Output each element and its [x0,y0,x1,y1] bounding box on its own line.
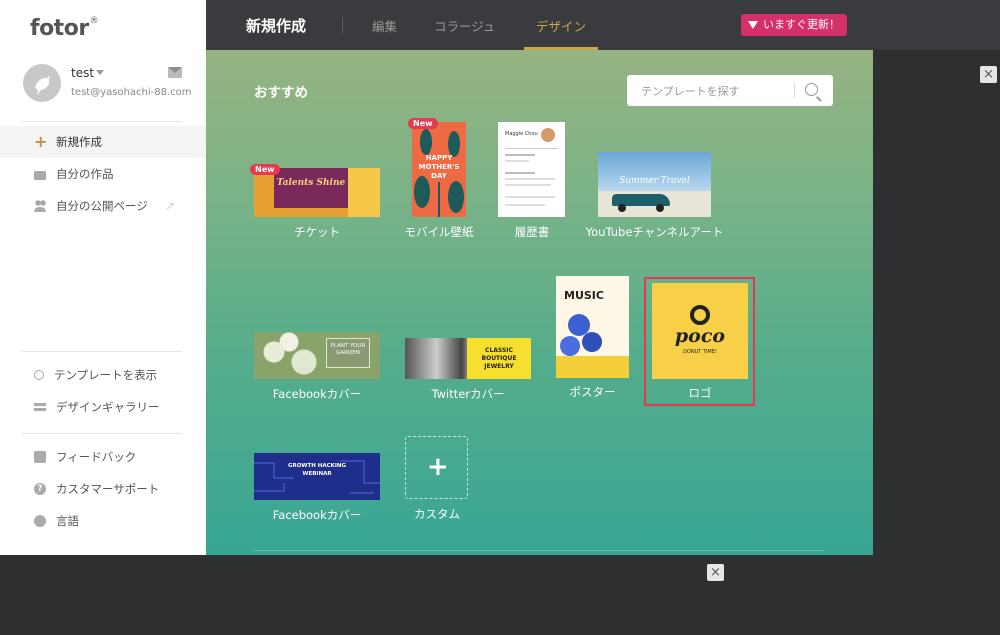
sidebar-item-label: テンプレートを表示 [54,368,158,382]
template-card-logo[interactable]: poco DONUT TIME! ロゴ [652,283,748,402]
twitter-cover-thumbnail: CLASSIC BOUTIQUE JEWELRY [405,338,531,379]
template-card-custom[interactable]: + カスタム [405,436,469,522]
sidebar-item-my-works[interactable]: 自分の作品 [0,158,206,190]
facebook-cover-thumbnail: PLANT YOUR GARDEN [254,332,380,379]
new-badge: New [408,118,438,129]
sidebar-item-public-page[interactable]: 自分の公開ページ [0,190,206,222]
diamond-icon [748,21,758,29]
sidebar-item-label: フィードバック [56,450,137,464]
youtube-thumbnail: Summer Travel [598,152,711,217]
template-label: Facebookカバー [272,508,362,522]
chevron-down-icon[interactable] [96,70,104,75]
sidebar-item-label: 自分の公開ページ [56,199,148,213]
help-icon: ? [34,483,46,495]
poster-thumbnail: MUSIC [556,276,629,378]
sidebar-item-label: 自分の作品 [56,167,114,181]
template-label: Twitterカバー [431,387,505,401]
page-title: 新規作成 [246,17,307,35]
search-icon[interactable] [805,83,818,96]
template-label: 履歴書 [514,225,550,239]
template-card-facebook-cover-2[interactable]: GROWTH HACKING WEBINAR Facebookカバー [254,453,380,523]
template-card-twitter-cover[interactable]: CLASSIC BOUTIQUE JEWELRY Twitterカバー [405,338,531,402]
search-placeholder: テンプレートを探す [641,85,740,98]
avatar[interactable] [23,64,61,102]
close-icon[interactable]: × [707,564,724,581]
top-bar: 新規作成 編集 コラージュ デザイン いますぐ更新！ [206,0,1000,50]
template-card-ticket[interactable]: New Talents Shine チケット [250,164,380,239]
sidebar-item-view-templates[interactable]: テンプレートを表示 [0,359,206,391]
plus-icon: + [34,132,48,151]
template-label: ポスター [569,385,616,399]
custom-size-box: + [405,436,468,499]
user-name[interactable]: test [71,66,94,80]
sidebar-item-label: 言語 [56,514,79,528]
sidebar-item-label: 新規作成 [56,135,102,149]
logo-thumbnail: poco DONUT TIME! [652,283,748,379]
plus-icon: + [427,452,449,482]
tab-collage[interactable]: コラージュ [434,16,495,35]
ticket-thumbnail: Talents Shine [254,168,380,217]
divider [22,121,182,122]
folder-icon [34,170,46,180]
divider [254,550,824,551]
template-card-facebook-cover[interactable]: PLANT YOUR GARDEN Facebookカバー [254,332,380,402]
template-search-input[interactable]: テンプレートを探す [627,75,833,106]
edit-icon [34,451,46,463]
mail-icon[interactable] [168,67,182,78]
ad-panel: × [873,50,1000,555]
tab-design[interactable]: デザイン [536,16,586,35]
search-icon [34,370,44,380]
sidebar-item-label: カスタマーサポート [56,482,160,496]
section-title: おすすめ [254,85,308,101]
template-card-resume[interactable]: Maggie Chou 履歴書 [498,122,566,239]
new-badge: New [250,164,280,175]
sidebar-item-support[interactable]: ? カスタマーサポート [0,473,206,505]
sidebar: fotor® test test@yasohachi-88.com + 新規作成… [0,0,206,555]
tab-edit[interactable]: 編集 [372,16,397,35]
template-label: カスタム [414,507,460,521]
sidebar-item-new[interactable]: + 新規作成 [0,126,206,158]
template-card-youtube-art[interactable]: Summer Travel YouTubeチャンネルアート [586,152,723,239]
resume-thumbnail: Maggie Chou [498,122,565,217]
facebook-cover-thumbnail: GROWTH HACKING WEBINAR [254,453,380,500]
external-link-icon: ↗ [165,199,176,213]
sidebar-item-label: デザインギャラリー [56,400,160,414]
template-label: チケット [294,225,340,239]
upgrade-button[interactable]: いますぐ更新！ [741,14,847,36]
sidebar-item-feedback[interactable]: フィードバック [0,441,206,473]
divider [22,433,182,434]
template-label: Facebookカバー [272,387,362,401]
people-icon [34,200,46,212]
divider [22,351,182,352]
divider [794,83,795,98]
template-label: モバイル壁紙 [404,225,474,239]
upgrade-label: いますぐ更新！ [763,18,840,31]
template-card-mobile-wallpaper[interactable]: New HAPPY MOTHER'S DAY モバイル壁紙 [405,118,474,239]
globe-icon [34,515,46,527]
template-label: YouTubeチャンネルアート [585,225,724,239]
template-panel: おすすめ テンプレートを探す New Talents Shine チケット Ne… [206,50,873,555]
sidebar-item-language[interactable]: 言語 [0,505,206,537]
close-icon[interactable]: × [980,66,997,83]
template-card-poster[interactable]: MUSIC ポスター [556,276,629,402]
user-email: test@yasohachi-88.com [71,87,192,98]
fotor-logo[interactable]: fotor® [30,16,99,41]
layers-icon [34,401,46,413]
template-label: ロゴ [688,386,712,400]
divider [342,17,343,33]
wallpaper-thumbnail: HAPPY MOTHER'S DAY [412,122,466,217]
sidebar-item-design-gallery[interactable]: デザインギャラリー [0,391,206,423]
bird-icon [35,76,50,95]
